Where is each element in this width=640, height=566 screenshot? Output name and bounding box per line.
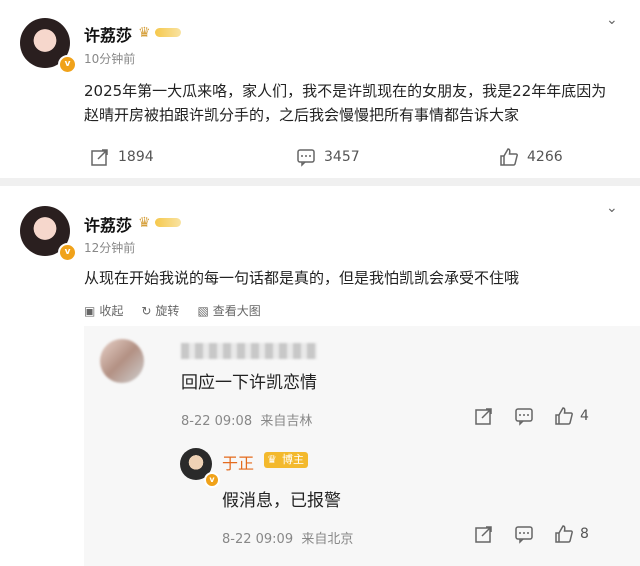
username[interactable]: 许荔莎	[84, 212, 132, 236]
thumbs-up-icon	[500, 148, 518, 166]
thumbs-up-icon	[555, 525, 573, 543]
verified-icon: v	[58, 243, 77, 262]
share-icon	[91, 149, 108, 166]
image-actions: ▣ 收起 ↻ 旋转 ▧ 查看大图	[84, 302, 261, 319]
comment-icon[interactable]	[514, 406, 534, 426]
reply-text: 假消息，已报警	[222, 491, 341, 511]
reply-like-button[interactable]: 8	[554, 524, 589, 544]
reply-username[interactable]: 于正	[222, 450, 254, 474]
view-large-label: 查看大图	[212, 304, 261, 318]
post-time: 12分钟前	[84, 241, 136, 255]
post-content: 从现在开始我说的每一句话都是真的，但是我怕凯凯会承受不住哦	[84, 269, 520, 287]
post-card-1: v 许荔莎 ♛ 10分钟前 ⌄ 2025年第一大瓜来咯，家人们，我不是许凯现在的…	[0, 0, 640, 178]
comment-icon[interactable]	[514, 524, 534, 544]
share-icon[interactable]	[474, 406, 494, 426]
collapse-icon: ▣	[84, 303, 96, 318]
reply-location: 来自北京	[301, 532, 354, 547]
post-time: 10分钟前	[84, 52, 136, 66]
like-button[interactable]: 4266	[499, 147, 563, 167]
collapse-label: 收起	[99, 304, 124, 318]
rotate-button[interactable]: ↻ 旋转	[141, 302, 179, 319]
username[interactable]: 许荔莎	[84, 22, 132, 46]
comment-text: 回应一下许凯恋情	[181, 373, 317, 393]
comment-count: 3457	[324, 149, 360, 165]
thumbs-up-icon	[555, 407, 573, 425]
chevron-down-icon[interactable]: ⌄	[606, 12, 618, 28]
comment-section: 回应一下许凯恋情 8-22 09:08 来自吉林 4 v 于正 博主 假消息，已…	[84, 326, 640, 566]
post-content: 2025年第一大瓜来咯，家人们，我不是许凯现在的女朋友，我是22年年底因为赵晴开…	[84, 82, 607, 124]
comment-meta: 8-22 09:08 来自吉林	[181, 410, 312, 429]
chevron-down-icon[interactable]: ⌄	[606, 200, 618, 216]
vip-crown-icon: ♛	[138, 215, 181, 231]
view-large-button[interactable]: ▧ 查看大图	[197, 302, 260, 319]
share-count: 1894	[118, 149, 154, 165]
comment-like-count: 4	[580, 408, 589, 424]
reply-like-count: 8	[580, 526, 589, 542]
verified-icon: v	[58, 55, 77, 74]
comment-button[interactable]: 3457	[296, 147, 360, 167]
comment-date: 8-22 09:08	[181, 414, 253, 429]
commenter-name-blurred	[181, 343, 317, 359]
comment-like-button[interactable]: 4	[554, 406, 589, 426]
image-icon: ▧	[197, 303, 209, 318]
rotate-label: 旋转	[155, 304, 180, 318]
rotate-icon: ↻	[141, 303, 152, 318]
post-card-2: v 许荔莎 ♛ 12分钟前 ⌄ 从现在开始我说的每一句话都是真的，但是我怕凯凯会…	[0, 186, 640, 566]
comment-icon	[297, 149, 315, 167]
like-count: 4266	[527, 149, 563, 165]
reply-meta: 8-22 09:09 来自北京	[222, 528, 353, 547]
verified-icon: v	[204, 472, 220, 488]
comment-location: 来自吉林	[260, 414, 313, 429]
commenter-avatar[interactable]	[100, 339, 144, 383]
share-icon[interactable]	[474, 524, 494, 544]
collapse-button[interactable]: ▣ 收起	[84, 302, 123, 319]
share-button[interactable]: 1894	[90, 147, 154, 167]
blogger-badge: 博主	[264, 452, 308, 468]
vip-crown-icon: ♛	[138, 25, 181, 41]
reply-date: 8-22 09:09	[222, 532, 294, 547]
comment-actions: 4	[474, 406, 589, 426]
reply-actions: 8	[474, 524, 589, 544]
